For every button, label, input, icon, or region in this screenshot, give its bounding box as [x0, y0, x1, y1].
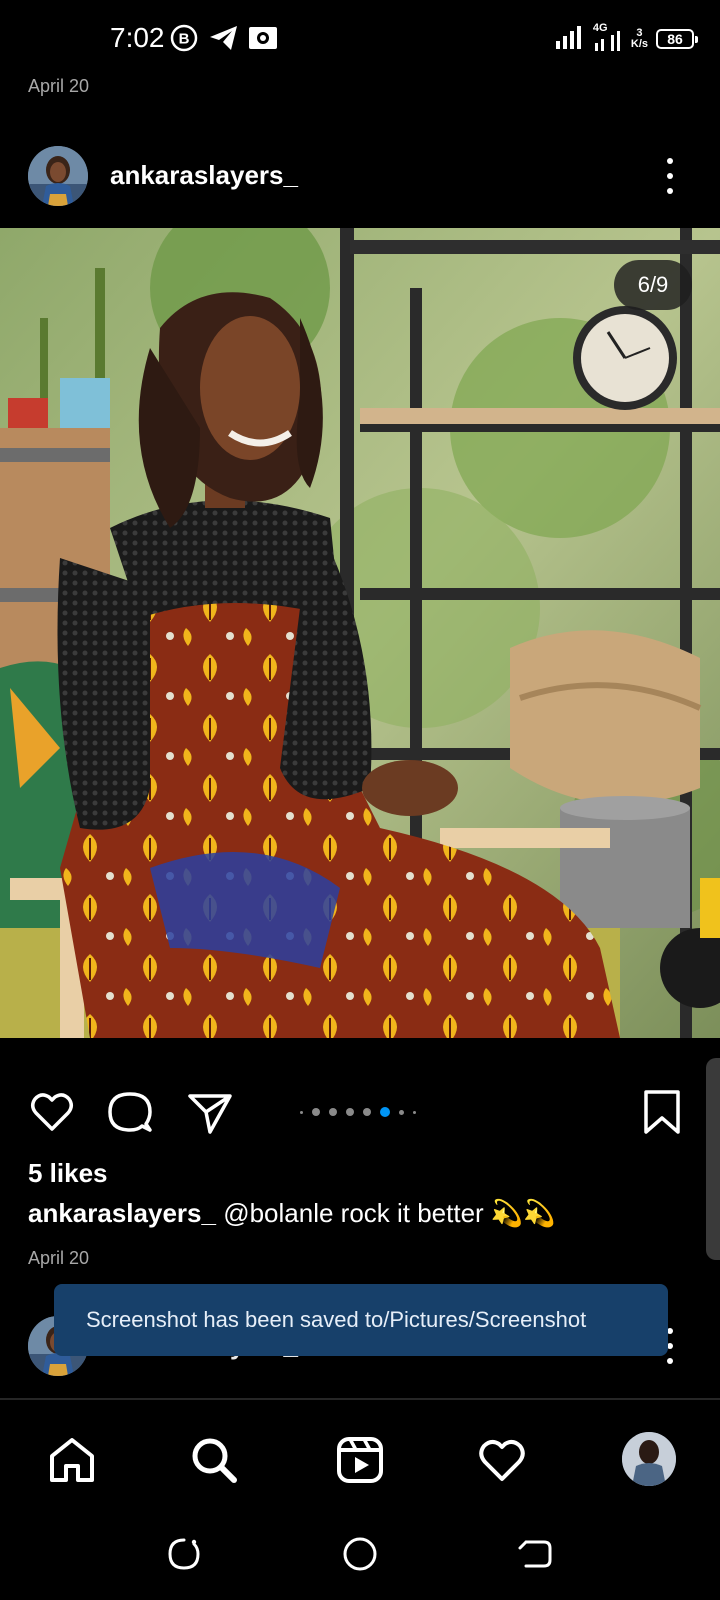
net-speed: 3 K/s: [631, 28, 648, 50]
search-icon[interactable]: [188, 1434, 240, 1486]
post-caption: ankaraslayers_ @bolanle rock it better 💫…: [28, 1198, 556, 1229]
activity-heart-icon[interactable]: [476, 1434, 528, 1486]
carousel-dot: [300, 1110, 303, 1114]
screenshot-toast: Screenshot has been saved to/Pictures/Sc…: [54, 1284, 668, 1356]
net-speed-unit: K/s: [630, 38, 648, 50]
divider: [0, 1398, 720, 1400]
system-nav-bar: [0, 1520, 720, 1600]
bottom-nav: [0, 1420, 720, 1500]
svg-text:B: B: [179, 31, 190, 48]
carousel-dot: [346, 1108, 354, 1116]
carousel-indicator: [300, 1106, 416, 1118]
post-header: ankaraslayers_: [0, 140, 720, 220]
home-circle-icon[interactable]: [340, 1534, 380, 1574]
caption-username[interactable]: ankaraslayers_: [28, 1198, 216, 1228]
home-icon[interactable]: [46, 1434, 98, 1486]
status-bar: 7:02 B 4G 3 K/s 86: [0, 0, 720, 80]
carousel-dot: [399, 1109, 404, 1115]
status-time: 7:02: [110, 22, 165, 53]
carousel-dot: [413, 1110, 416, 1114]
share-send-icon[interactable]: [186, 1088, 234, 1136]
post-date-top: April 20: [28, 76, 90, 96]
profile-avatar[interactable]: [622, 1432, 676, 1486]
avatar[interactable]: [28, 146, 88, 206]
likes-count[interactable]: 5 likes: [28, 1158, 108, 1189]
save-bookmark-icon[interactable]: [640, 1088, 688, 1136]
recents-icon[interactable]: [164, 1534, 204, 1574]
carousel-dot: [363, 1108, 371, 1116]
post-actions: [0, 1080, 720, 1140]
telegram-icon: [208, 24, 240, 57]
signal-4g-icon: 4G: [593, 23, 623, 53]
post-image[interactable]: 6/9: [0, 228, 720, 1038]
reels-icon[interactable]: [334, 1434, 386, 1486]
edge-panel-handle[interactable]: [706, 1058, 720, 1260]
carousel-dot-active: [380, 1107, 390, 1117]
carousel-dot: [329, 1108, 337, 1116]
more-options-icon[interactable]: [660, 158, 680, 194]
signal-icon: [555, 25, 585, 54]
post-username[interactable]: ankaraslayers_: [110, 160, 298, 191]
caption-text: @bolanle rock it better 💫💫: [223, 1198, 556, 1228]
post-date-bottom: April 20: [28, 1248, 90, 1268]
carousel-dot: [312, 1108, 320, 1116]
back-icon[interactable]: [516, 1534, 556, 1574]
like-heart-icon[interactable]: [28, 1088, 76, 1136]
battery-level: 86: [656, 29, 698, 49]
camera-app-icon: [248, 24, 278, 55]
comment-bubble-icon[interactable]: [106, 1088, 154, 1136]
b-badge-icon: B: [170, 24, 198, 57]
image-counter-badge: 6/9: [614, 260, 692, 310]
